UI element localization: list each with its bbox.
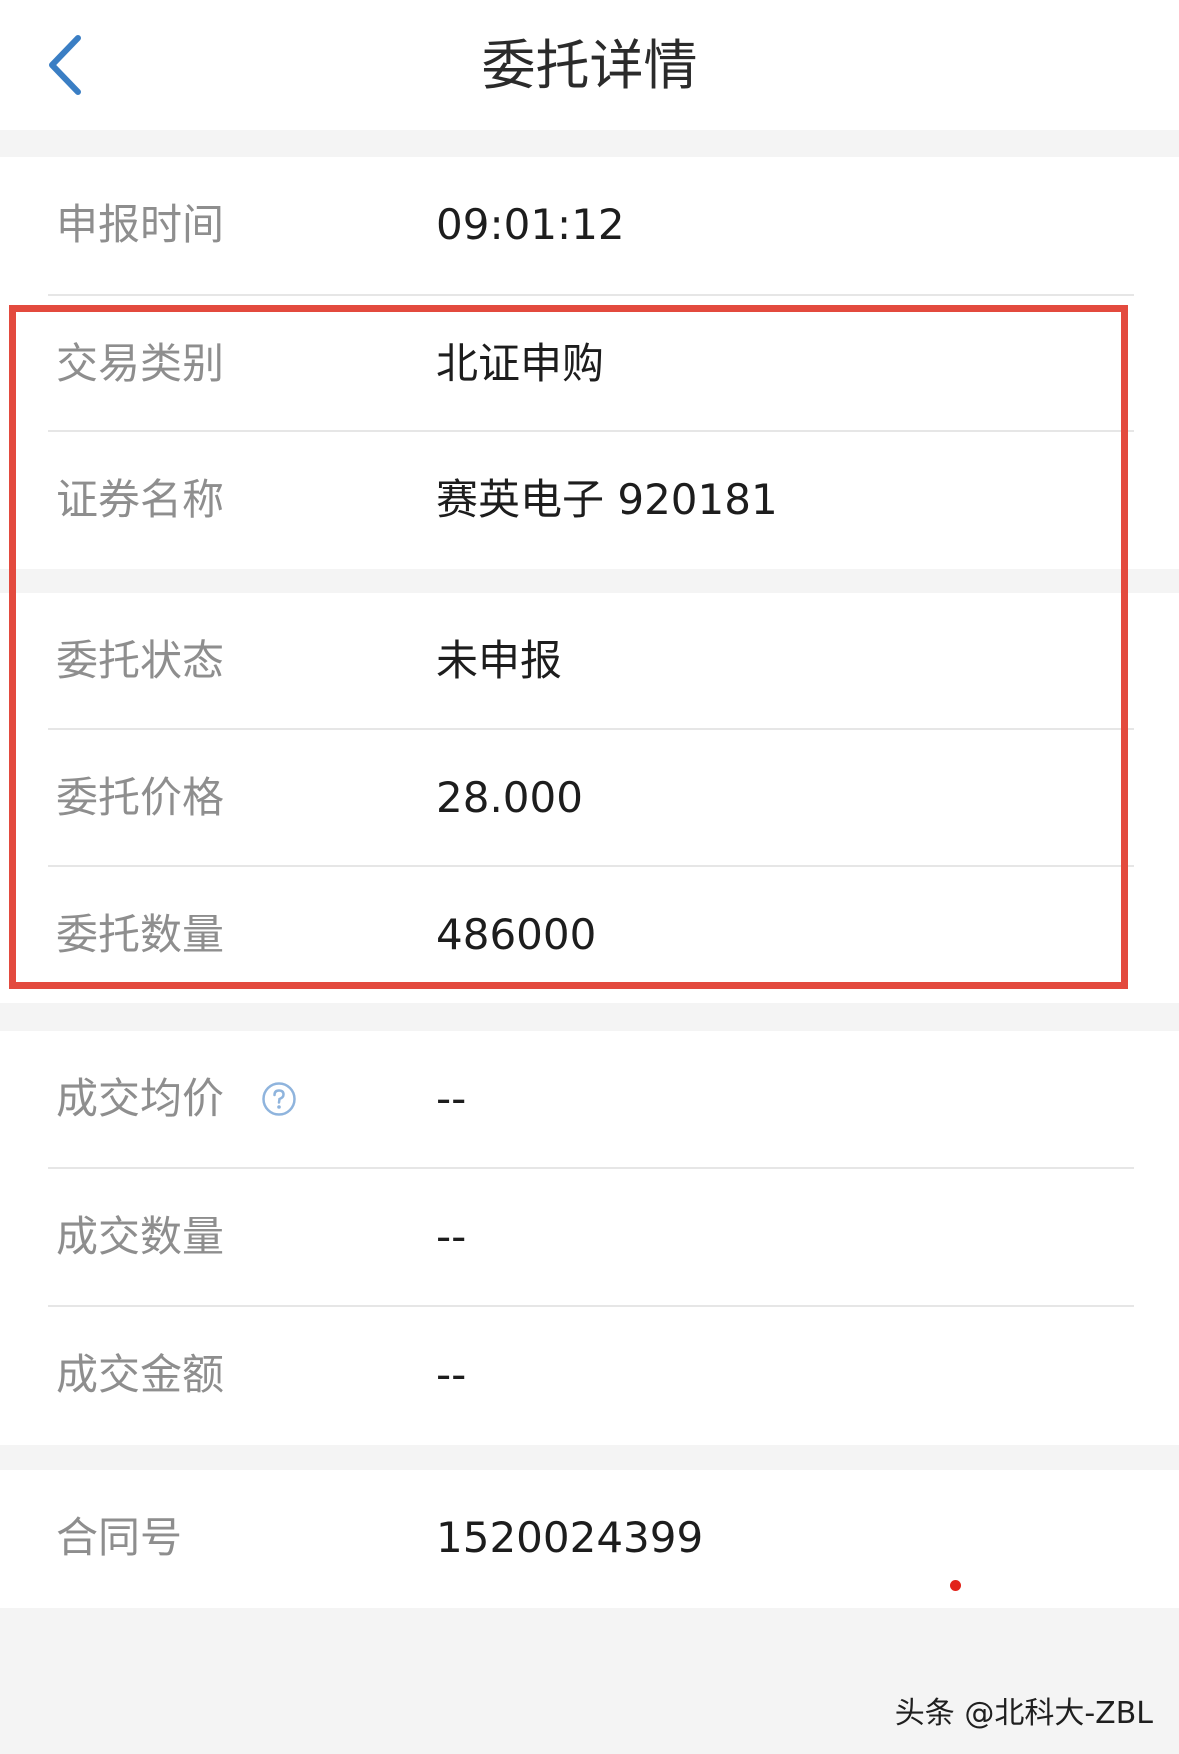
order-quantity-row: 委托数量 486000	[0, 867, 1179, 1004]
order-status-row: 委托状态 未申报	[0, 593, 1179, 730]
order-price-value: 28.000	[436, 773, 583, 822]
filled-quantity-label: 成交数量	[56, 1212, 225, 1261]
avg-price-label: 成交均价	[56, 1074, 225, 1123]
contract-section: 合同号 1520024399	[0, 1470, 1179, 1608]
order-price-label: 委托价格	[56, 773, 225, 822]
filled-quantity-row: 成交数量 --	[0, 1169, 1179, 1306]
order-status-section: 委托状态 未申报 委托价格 28.000 委托数量 486000	[0, 593, 1179, 1003]
fill-info-section: 成交均价 -- 成交数量 -- 成交金额 --	[0, 1031, 1179, 1445]
avg-price-row: 成交均价 --	[0, 1031, 1179, 1168]
contract-no-label: 合同号	[56, 1513, 183, 1562]
header-bar: 委托详情	[0, 0, 1179, 130]
trade-type-row: 交易类别 北证申购	[0, 296, 1179, 433]
report-time-label: 申报时间	[56, 200, 225, 249]
filled-amount-label: 成交金额	[56, 1350, 225, 1399]
filled-amount-row: 成交金额 --	[0, 1307, 1179, 1444]
watermark: 头条 @北科大-ZBL	[894, 1696, 1153, 1731]
contract-no-row: 合同号 1520024399	[0, 1470, 1179, 1607]
page-title: 委托详情	[481, 34, 698, 97]
report-time-row: 申报时间 09:01:12	[0, 157, 1179, 294]
contract-no-value: 1520024399	[436, 1513, 704, 1562]
red-dot	[950, 1580, 961, 1591]
order-price-row: 委托价格 28.000	[0, 730, 1179, 867]
order-quantity-label: 委托数量	[56, 910, 225, 959]
question-circle-icon[interactable]	[261, 1081, 297, 1117]
report-time-value: 09:01:12	[436, 200, 625, 249]
avg-price-value: --	[436, 1074, 467, 1123]
filled-amount-value: --	[436, 1350, 467, 1399]
order-quantity-value: 486000	[436, 910, 597, 959]
filled-quantity-value: --	[436, 1212, 467, 1261]
trade-type-value: 北证申购	[436, 339, 605, 388]
trade-type-label: 交易类别	[56, 339, 225, 388]
order-status-label: 委托状态	[56, 636, 225, 685]
order-status-value: 未申报	[436, 636, 563, 685]
security-name-value: 赛英电子 920181	[436, 475, 778, 524]
order-info-section: 申报时间 09:01:12 交易类别 北证申购 证券名称 赛英电子 920181	[0, 157, 1179, 569]
security-name-label: 证券名称	[56, 475, 225, 524]
security-name-row: 证券名称 赛英电子 920181	[0, 432, 1179, 569]
